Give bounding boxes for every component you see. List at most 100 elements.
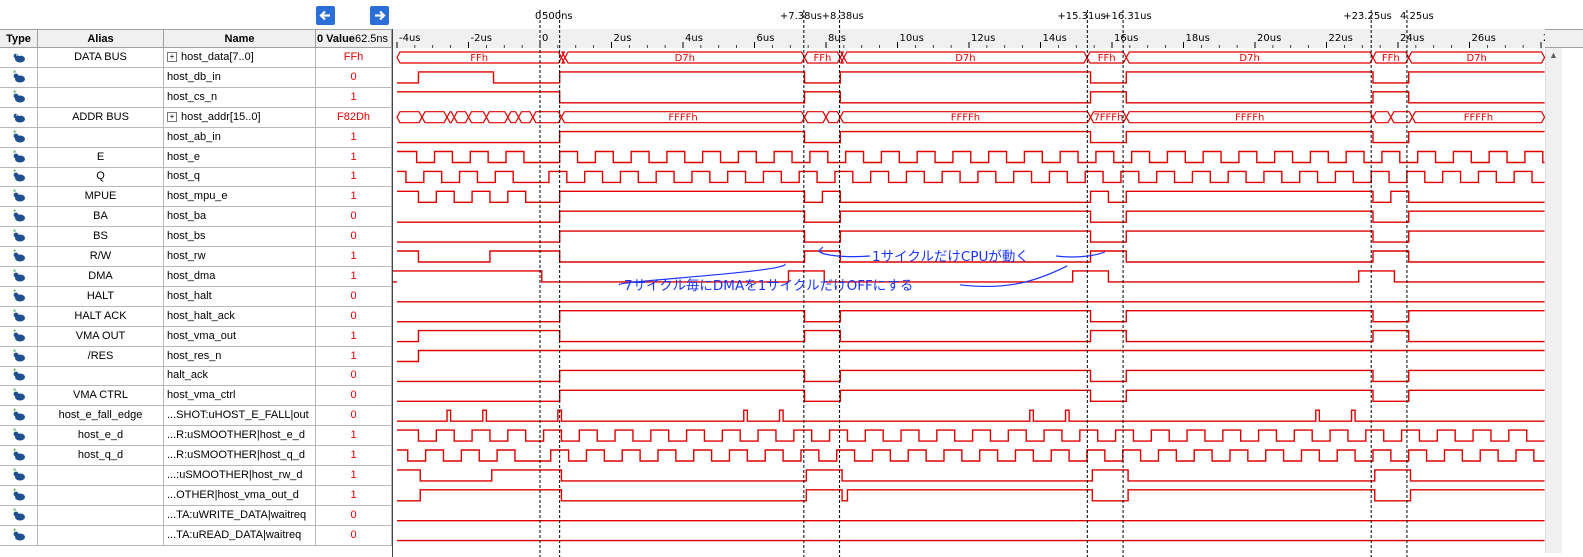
- signal-row[interactable]: io ADDR BUS + host_addr[15..0] F82Dh: [0, 107, 392, 128]
- next-transition-button[interactable]: [370, 6, 389, 25]
- signal-row[interactable]: * ...TA:uWRITE_DATA|waitreq 0: [0, 505, 392, 526]
- signal-row[interactable]: * ...TA:uREAD_DATA|waitreq 0: [0, 525, 392, 546]
- input-pin-icon: *: [13, 129, 25, 143]
- signal-row[interactable]: * host_e_d ...R:uSMOOTHER|host_e_d 1: [0, 426, 392, 447]
- signal-name: + host_addr[15..0]: [164, 107, 316, 127]
- signal-row[interactable]: * VMA OUT host_vma_out 1: [0, 326, 392, 347]
- signal-row[interactable]: * MPUE host_mpu_e 1: [0, 187, 392, 208]
- waveform-trace: [397, 71, 1545, 84]
- input-pin-icon: *: [13, 268, 25, 282]
- input-pin-icon: *: [13, 89, 25, 103]
- signal-type-cell: *: [0, 207, 38, 227]
- signal-value: 0: [316, 227, 392, 247]
- signal-alias: host_e_fall_edge: [38, 406, 164, 426]
- bus-value-label: D7h: [1239, 53, 1259, 64]
- signal-row[interactable]: * host_q_d ...R:uSMOOTHER|host_q_d 1: [0, 446, 392, 466]
- column-name[interactable]: Name: [164, 30, 316, 48]
- signal-type-cell: *: [0, 227, 38, 247]
- signal-name-text: ...SHOT:uHOST_E_FALL|out: [167, 409, 309, 422]
- input-pin-icon: *: [13, 427, 25, 441]
- signal-name-text: host_mpu_e: [167, 190, 228, 203]
- expand-plus-icon[interactable]: +: [167, 52, 177, 62]
- signal-row[interactable]: * halt_ack 0: [0, 366, 392, 387]
- svg-text:*: *: [13, 189, 17, 196]
- signal-name: host_ba: [164, 207, 316, 227]
- bus-value-label: FFFFh: [951, 113, 980, 124]
- signal-row[interactable]: * HALT host_halt 0: [0, 286, 392, 307]
- signal-value: F82Dh: [316, 107, 392, 127]
- input-pin-icon: *: [13, 308, 25, 322]
- bus-segment: [803, 111, 827, 124]
- bus-segment: [1372, 111, 1392, 124]
- signal-name: ...TA:uWRITE_DATA|waitreq: [164, 505, 316, 525]
- signal-row[interactable]: * BS host_bs 0: [0, 227, 392, 248]
- waveform-trace: [397, 469, 1545, 482]
- waveform-trace: [397, 150, 1545, 164]
- signal-row[interactable]: * HALT ACK host_halt_ack 0: [0, 306, 392, 327]
- signal-row[interactable]: * host_db_in 0: [0, 67, 392, 88]
- bus-value-label: 7FFFh: [1093, 113, 1123, 124]
- signal-alias: [38, 505, 164, 525]
- signal-row[interactable]: * ...:uSMOOTHER|host_rw_d 1: [0, 465, 392, 486]
- signal-name-text: host_e: [167, 150, 201, 163]
- svg-text:*: *: [13, 408, 17, 415]
- column-alias[interactable]: Alias: [38, 30, 164, 48]
- signal-value: 1: [316, 465, 392, 485]
- signal-row[interactable]: * VMA CTRL host_vma_ctrl 0: [0, 386, 392, 407]
- annotation-arrow: [1055, 251, 1106, 258]
- ruler-tick-label: 20us: [1257, 33, 1281, 44]
- signal-row[interactable]: * DMA host_dma 1: [0, 266, 392, 287]
- signal-alias: BS: [38, 227, 164, 247]
- input-pin-icon: *: [13, 228, 25, 242]
- bus-value-label: D7h: [675, 53, 695, 64]
- signal-row[interactable]: * host_e_fall_edge ...SHOT:uHOST_E_FALL|ou…: [0, 406, 392, 427]
- waveform-view[interactable]: -4us -2us 0 2us 4us 6us 8us 10us 12us 14us 16us 18u…: [392, 0, 1545, 557]
- signal-row[interactable]: * /RES host_res_n 1: [0, 346, 392, 367]
- prev-transition-button[interactable]: [316, 6, 335, 25]
- bus-value-label: FFFFh: [1235, 113, 1264, 124]
- signal-name: ...R:uSMOOTHER|host_e_d: [164, 426, 316, 446]
- signal-row[interactable]: * Ehost_e 1: [0, 147, 392, 168]
- signal-row[interactable]: * Qhost_q 1: [0, 167, 392, 188]
- scroll-up-icon[interactable]: ▲: [1549, 50, 1558, 60]
- signal-type-cell: *: [0, 286, 38, 306]
- ruler-tick-label: 22us: [1329, 33, 1353, 44]
- signal-type-cell: *: [0, 446, 38, 465]
- expand-plus-icon[interactable]: +: [167, 111, 177, 122]
- signal-row[interactable]: * host_cs_n 1: [0, 87, 392, 108]
- input-pin-icon: *: [13, 467, 25, 481]
- signal-value: 0: [316, 286, 392, 306]
- signal-name: host_e: [164, 147, 316, 167]
- input-pin-icon: *: [13, 69, 25, 83]
- signal-row[interactable]: io DATA BUS + host_data[7..0] FFh: [0, 48, 392, 68]
- signal-alias: host_e_d: [38, 426, 164, 446]
- svg-text:*: *: [13, 289, 17, 296]
- signal-row[interactable]: * BA host_ba 0: [0, 207, 392, 228]
- svg-text:*: *: [13, 508, 17, 515]
- bus-segment: [467, 111, 488, 124]
- ruler-tick-label: 14us: [1043, 33, 1067, 44]
- ruler-tick-label: 26us: [1472, 33, 1496, 44]
- signal-row[interactable]: * R/W host_rw 1: [0, 247, 392, 267]
- ruler-tick-label: -2us: [471, 33, 493, 44]
- signal-name: host_ab_in: [164, 127, 316, 147]
- ruler-tick-label: 6us: [757, 33, 775, 44]
- bus-io-icon: io: [13, 112, 25, 123]
- signal-name-text: host_cs_n: [167, 90, 218, 103]
- column-value[interactable]: 0 Value 62.5ns: [316, 30, 392, 48]
- signal-name-text: ...:uSMOOTHER|host_rw_d: [167, 468, 303, 481]
- input-pin-icon: *: [13, 328, 25, 342]
- vertical-scrollbar[interactable]: ▲: [1545, 48, 1562, 553]
- signal-name-text: halt_ack: [167, 369, 208, 382]
- value-time-label: 62.5ns: [354, 33, 388, 45]
- column-type[interactable]: Type: [0, 30, 38, 48]
- waveform-trace: [397, 349, 1545, 363]
- signal-type-cell: io: [0, 107, 38, 127]
- signal-alias: DATA BUS: [38, 48, 164, 67]
- signal-type-cell: *: [0, 247, 38, 266]
- ruler-tick-label: 12us: [971, 33, 995, 44]
- signal-row[interactable]: * ...OTHER|host_vma_out_d 1: [0, 485, 392, 506]
- signal-name-text: ...R:uSMOOTHER|host_e_d: [167, 429, 305, 442]
- signal-alias: VMA CTRL: [38, 386, 164, 406]
- signal-row[interactable]: * host_ab_in 1: [0, 127, 392, 148]
